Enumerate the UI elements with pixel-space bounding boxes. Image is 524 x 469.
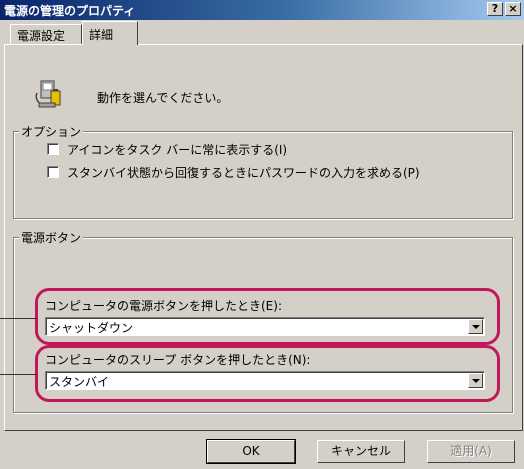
battery-computer-icon	[33, 79, 65, 111]
tab-advanced[interactable]: 詳細	[82, 21, 138, 45]
title-bar[interactable]: 電源の管理のプロパティ ? ×	[0, 0, 524, 20]
callout-line	[0, 374, 37, 375]
help-button[interactable]: ?	[487, 2, 503, 16]
intro-text: 動作を選んでください。	[97, 91, 229, 105]
apply-button[interactable]: 適用(A)	[427, 440, 515, 463]
show-tray-icon-label[interactable]: アイコンをタスク バーに常に表示する(I)	[67, 141, 287, 158]
callout-line	[0, 318, 37, 319]
cancel-button[interactable]: キャンセル	[317, 440, 405, 463]
show-tray-icon-checkbox[interactable]	[47, 143, 59, 155]
power-buttons-legend: 電源ボタン	[19, 229, 84, 246]
ok-button[interactable]: OK	[206, 439, 296, 464]
power-button-highlight	[35, 288, 500, 345]
tab-power-settings[interactable]: 電源設定	[10, 24, 82, 44]
properties-dialog: 電源の管理のプロパティ ? × 電源設定 詳細 動作を選んでください。 オプショ…	[0, 0, 524, 469]
password-on-resume-label[interactable]: スタンバイ状態から回復するときにパスワードの入力を求める(P)	[67, 164, 420, 181]
window-title: 電源の管理のプロパティ	[4, 4, 136, 18]
options-legend: オプション	[19, 123, 84, 140]
password-on-resume-checkbox[interactable]	[47, 166, 59, 178]
sleep-button-highlight	[35, 345, 500, 402]
close-button[interactable]: ×	[505, 2, 521, 16]
